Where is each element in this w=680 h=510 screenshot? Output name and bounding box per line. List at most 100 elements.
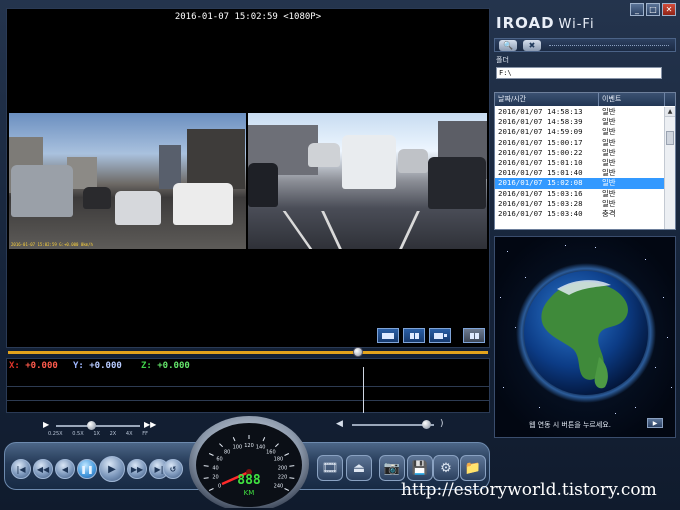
speed-faster-icon[interactable]: ▶▶ [144,420,156,429]
speed-slider-handle[interactable] [87,421,97,430]
recording-event: 충격 [602,208,616,218]
scrollbar-thumb[interactable] [666,131,674,145]
star [655,367,656,368]
pause-button[interactable]: ❚❚ [77,459,97,479]
recording-event: 일반 [602,198,616,208]
video-player[interactable]: 2016-01-07 15:02:59 <1080P> 2016-01-07 1… [6,8,490,348]
playback-progress-handle[interactable] [353,347,364,357]
recording-datetime: 2016/01/07 15:03:16 [498,188,583,198]
recording-event: 일반 [602,188,616,198]
tools-icon: ✖ [528,41,536,50]
save-button[interactable]: 💾 [407,455,433,481]
recording-row[interactable]: 2016/01/07 15:02:08 일반 [495,178,665,189]
side-toolbar: 🔍 ✖ [494,38,676,52]
volume-mute-icon[interactable]: ◀ [336,419,343,429]
minimize-button[interactable]: _ [630,3,644,16]
single-view-button[interactable] [377,328,399,343]
recording-datetime: 2016/01/07 15:00:22 [498,147,583,157]
scene-car [248,163,278,207]
repeat-button[interactable]: ↺ [163,459,183,479]
recording-row[interactable]: 2016/01/07 15:03:16 일반 [495,189,665,199]
gauge-tick-label: 240 [274,484,284,490]
gauge-tick-label: 120 [244,443,254,449]
play-button[interactable]: ▶ [99,456,125,482]
rear-camera-view[interactable] [248,113,487,249]
volume-control: ◀ ) [336,418,456,432]
star [663,297,664,298]
recording-event: 일반 [602,107,616,116]
column-header-datetime[interactable]: 날짜/시간 [495,93,599,106]
speed-label: 1X [93,431,100,437]
star [671,387,672,388]
file-list-button[interactable]: 🎞 [317,455,343,481]
open-folder-button[interactable]: 📁 [460,455,486,481]
recording-event: 일반 [602,127,616,137]
recording-event: 일반 [602,168,616,178]
front-camera-view[interactable]: 2016-01-07 15:02:59 G:+0.000 0km/h [9,113,246,249]
recording-row[interactable]: 2016/01/07 14:58:13 일반 [495,107,665,117]
tools-button[interactable]: ✖ [523,40,541,51]
speed-slider-track[interactable] [56,425,140,427]
speedometer-graphic: 020 40 6080100 120 140160 180 200 220 240 888 KM [189,416,309,510]
eject-button[interactable]: ⏏ [346,455,372,481]
maximize-button[interactable]: □ [646,3,660,16]
scroll-up-button[interactable]: ▲ [665,107,675,117]
list-scrollbar[interactable]: ▲ [664,107,675,229]
g-sensor-x: X: +0.000 [9,361,58,371]
play-icon: ▶ [108,463,116,475]
scene-suv [173,183,233,225]
first-file-button[interactable]: |◀ [11,459,31,479]
playback-progress-track[interactable] [8,351,488,354]
g-sensor-x-label: X: [9,361,20,371]
g-sensor-z: Z: +0.000 [141,361,190,371]
recording-row[interactable]: 2016/01/07 15:03:28 일반 [495,199,665,209]
star [515,327,516,328]
previous-file-button[interactable]: ◀◀ [33,459,53,479]
earth-globe [516,263,656,403]
recording-row[interactable]: 2016/01/07 15:00:22 일반 [495,148,665,158]
capture-button[interactable]: 📷 [379,455,405,481]
recording-list-header: 날짜/시간 이벤트 [495,93,675,106]
speed-slower-icon[interactable]: ▶ [43,420,49,429]
gauge-tick [203,477,209,479]
recording-row[interactable]: 2016/01/07 14:58:39 일반 [495,117,665,127]
recording-row[interactable]: 2016/01/07 15:03:40 충격 [495,209,665,219]
recording-row[interactable]: 2016/01/07 15:01:40 일반 [495,168,665,178]
recording-event: 일반 [602,147,616,157]
recording-row[interactable]: 2016/01/07 15:01:10 일반 [495,158,665,168]
settings-button[interactable]: ⚙ [433,455,459,481]
pip-view-button[interactable] [429,328,451,343]
star [645,259,646,260]
speed-label: 4X [125,431,133,437]
recording-datetime: 2016/01/07 15:02:08 [498,178,583,188]
pause-icon: ❚❚ [80,464,94,474]
recording-list: 날짜/시간 이벤트 2016/01/07 14:58:13 일반 2016/01/0… [494,92,676,230]
video-timestamp: 2016-01-07 15:02:59 <1080P> [174,12,322,22]
map-link-button[interactable]: ▶ [647,418,663,428]
scene-bus [342,135,396,189]
close-button[interactable]: ✕ [662,3,676,16]
recording-row[interactable]: 2016/01/07 14:59:09 일반 [495,127,665,137]
g-sensor-gridline [7,386,489,387]
toolbar-divider [549,45,669,46]
recording-row[interactable]: 2016/01/07 15:00:17 일반 [495,138,665,148]
dual-view-button[interactable] [403,328,425,343]
rewind-button[interactable]: ◀ [55,459,75,479]
scene-car [115,191,161,225]
search-button[interactable]: 🔍 [499,40,517,51]
front-camera-caption: 2016-01-07 15:02:59 G:+0.000 0km/h [11,242,93,247]
scene-car [428,157,486,209]
volume-loud-icon[interactable]: ) [440,419,444,429]
brand-name: IROAD [496,14,555,32]
volume-slider-handle[interactable] [421,420,431,429]
speed-labels: 0.25X 0.5X 1X 2X 4X FF [48,431,148,437]
folder-path-field[interactable]: F:\ [496,67,662,79]
folder-icon: 📁 [464,460,482,476]
column-header-event[interactable]: 이벤트 [599,93,665,106]
brand-logo: IROAD Wi-Fi [496,14,595,32]
forward-button[interactable]: ▶▶ [127,459,147,479]
speed-label: 0.5X [72,431,84,437]
star [500,297,501,298]
recording-datetime: 2016/01/07 15:03:40 [498,208,583,218]
split-view-button[interactable] [463,328,485,343]
